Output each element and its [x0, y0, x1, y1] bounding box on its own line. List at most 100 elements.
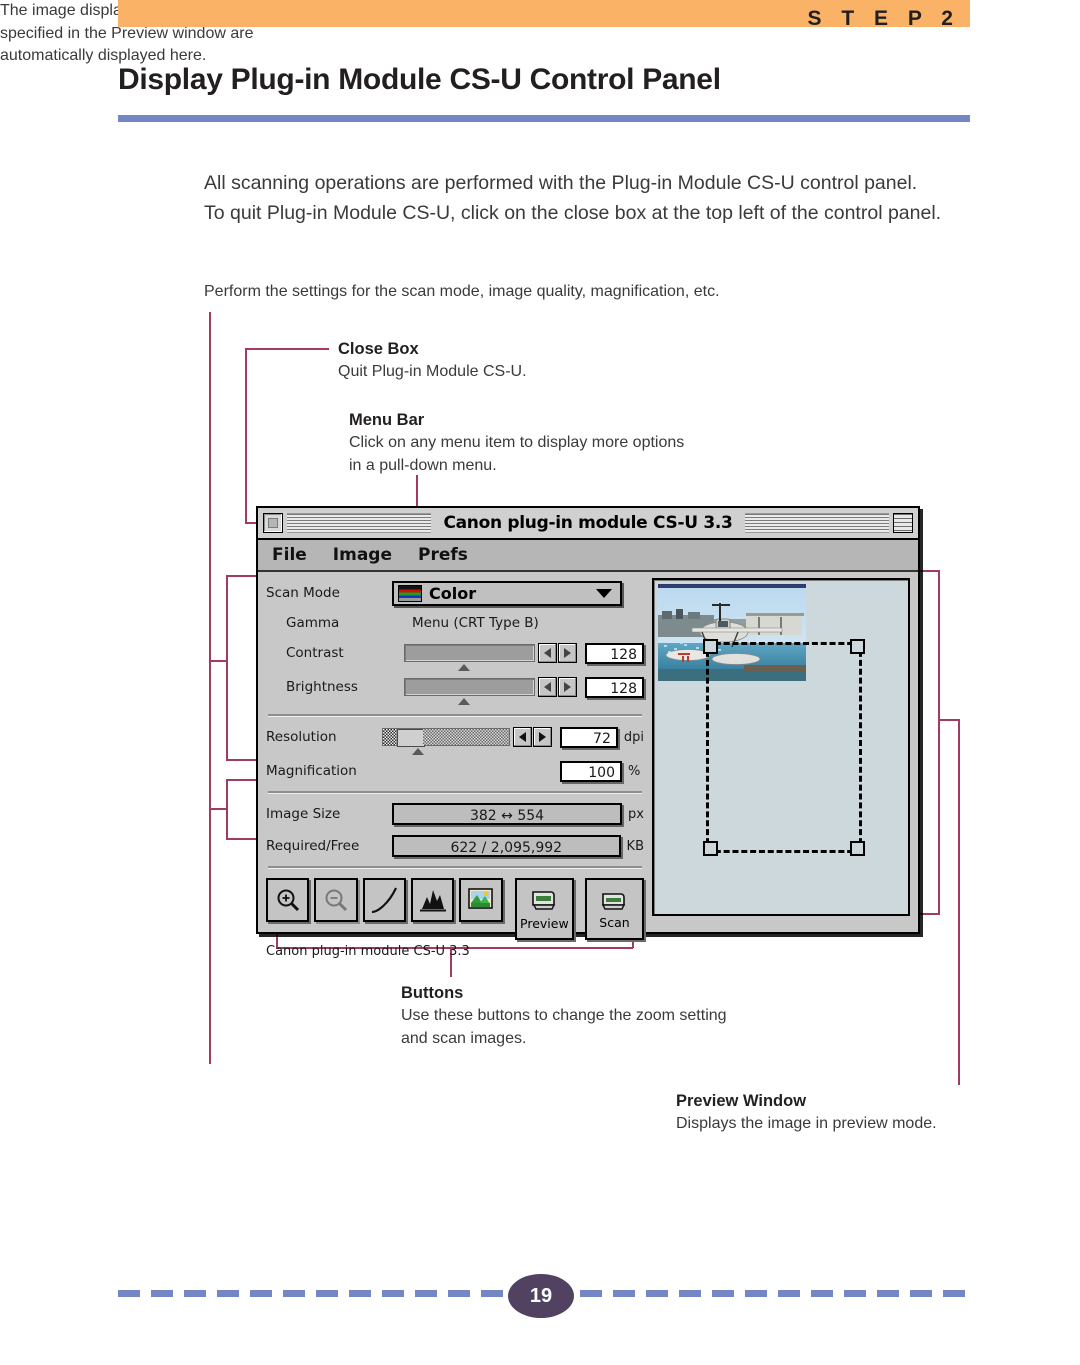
preview-button[interactable]: Preview	[514, 878, 574, 940]
leader-line-closebox-h	[245, 348, 329, 350]
row-contrast: Contrast 128	[266, 638, 644, 671]
row-brightness: Brightness 128	[266, 672, 644, 705]
gamma-value: Menu (CRT Type B)	[412, 615, 539, 631]
resolution-slider-knob[interactable]	[397, 729, 426, 747]
leader-line-imagesize-spine	[209, 312, 211, 1064]
page-number-badge: 19	[508, 1274, 574, 1318]
resolution-value-field[interactable]: 72	[559, 726, 618, 748]
settings-pane: Scan Mode Color Gamma Menu (CRT Type B) …	[266, 578, 645, 959]
required-free-unit: KB	[626, 838, 644, 854]
contrast-increment-button[interactable]	[558, 643, 578, 663]
magnification-value-field[interactable]: 100	[560, 760, 622, 782]
leader-line-preview-stub	[938, 719, 960, 721]
leader-line-preview-v	[938, 570, 940, 915]
selection-marquee[interactable]	[703, 639, 865, 856]
leader-line-group2-top	[226, 779, 260, 781]
cs-u-control-panel-window: Canon plug-in module CS-U 3.3 File Image…	[256, 506, 920, 959]
contrast-slider[interactable]	[404, 644, 536, 662]
marquee-handle-tl[interactable]	[703, 639, 718, 654]
leader-line-group1-v	[226, 575, 228, 760]
brightness-decrement-button[interactable]	[538, 677, 558, 697]
leader-line-group2-bottom	[226, 838, 260, 840]
brightness-stepper[interactable]	[537, 677, 578, 697]
resolution-decrement-button[interactable]	[512, 727, 532, 747]
page-title: Display Plug-in Module CS-U Control Pane…	[118, 63, 721, 96]
contrast-stepper[interactable]	[537, 643, 578, 663]
callout-preview-window: Preview Window Displays the image in pre…	[676, 1090, 1006, 1136]
intro-line-1: All scanning operations are performed wi…	[204, 172, 918, 194]
menu-item-prefs[interactable]: Prefs	[418, 545, 468, 565]
document-page: S T E P 2 Display Plug-in Module CS-U Co…	[0, 0, 1080, 1365]
menu-item-file[interactable]: File	[272, 545, 307, 565]
callout-buttons: Buttons Use these buttons to change the …	[401, 982, 731, 1050]
row-required-free: Required/Free 622 / 2,095,992 KB	[266, 831, 644, 861]
leader-line-preview-drop	[958, 719, 960, 1085]
divider-3	[268, 866, 642, 869]
contrast-label: Contrast	[286, 645, 344, 661]
row-scan-mode: Scan Mode Color	[266, 578, 644, 608]
resolution-increment-button[interactable]	[532, 727, 552, 747]
leader-line-group1-bottom	[226, 759, 260, 761]
window-title-bar[interactable]: Canon plug-in module CS-U 3.3	[258, 508, 918, 540]
resolution-slider-fill	[383, 729, 398, 745]
resolution-slider-track	[423, 729, 509, 745]
callout-close-box: Close Box Quit Plug-in Module CS-U.	[338, 338, 668, 384]
close-box-button[interactable]	[263, 513, 283, 533]
title-bar-stripes-right	[744, 513, 889, 533]
brightness-slider[interactable]	[404, 678, 536, 696]
callout-menu-bar: Menu Bar Click on any menu item to displ…	[349, 409, 689, 477]
step-label: S T E P 2	[807, 7, 960, 30]
leader-line-group1-stub	[209, 660, 227, 662]
preview-window[interactable]	[652, 578, 910, 916]
scan-button[interactable]: Scan	[584, 878, 645, 940]
brightness-slider-tick	[458, 698, 470, 705]
callout-menu-bar-heading: Menu Bar	[349, 411, 425, 429]
callout-preview-window-heading: Preview Window	[676, 1092, 807, 1110]
row-gamma: Gamma Menu (CRT Type B)	[266, 608, 644, 638]
callout-close-box-heading: Close Box	[338, 340, 419, 358]
color-mode-icon	[398, 584, 422, 602]
preview-button-label: Preview	[520, 915, 569, 931]
image-size-unit: px	[628, 806, 644, 822]
intro-line-2: To quit Plug-in Module CS-U, click on th…	[204, 202, 942, 224]
zoom-in-icon[interactable]	[266, 878, 310, 922]
brightness-value-field[interactable]: 128	[585, 676, 644, 698]
window-content: Scan Mode Color Gamma Menu (CRT Type B) …	[258, 572, 918, 959]
marquee-handle-br[interactable]	[850, 841, 865, 856]
row-resolution: Resolution 72 dpi	[266, 722, 644, 755]
callout-buttons-body: Use these buttons to change the zoom set…	[401, 1007, 727, 1047]
magnification-label: Magnification	[266, 763, 357, 779]
brightness-increment-button[interactable]	[558, 677, 578, 697]
resolution-unit: dpi	[623, 729, 644, 745]
leader-line-group2-stub	[209, 808, 227, 810]
contrast-decrement-button[interactable]	[538, 643, 558, 663]
intro-paragraph: All scanning operations are performed wi…	[204, 168, 984, 228]
marquee-handle-tr[interactable]	[850, 639, 865, 654]
scan-mode-label: Scan Mode	[266, 585, 340, 601]
status-bar-text: Canon plug-in module CS-U 3.3	[266, 944, 470, 959]
image-adjust-icon[interactable]	[459, 878, 503, 922]
resolution-slider-tick	[412, 748, 424, 755]
image-size-label: Image Size	[266, 806, 341, 822]
resolution-stepper[interactable]	[512, 727, 552, 747]
menu-item-image[interactable]: Image	[333, 545, 392, 565]
image-size-value-field: 382 ↔ 554	[392, 803, 623, 825]
marquee-handle-bl[interactable]	[703, 841, 718, 856]
row-magnification: Magnification 100 %	[266, 756, 644, 786]
magnification-unit: %	[628, 763, 641, 779]
tone-curve-icon[interactable]	[362, 878, 407, 922]
toolbar: Preview Scan	[266, 874, 645, 940]
perform-settings-note: Perform the settings for the scan mode, …	[204, 283, 720, 300]
callout-buttons-heading: Buttons	[401, 984, 464, 1002]
resolution-slider[interactable]	[382, 728, 510, 747]
scan-mode-dropdown[interactable]: Color	[392, 580, 622, 606]
histogram-icon[interactable]	[411, 878, 455, 922]
title-underline-rule	[118, 115, 970, 122]
scan-button-label: Scan	[599, 914, 630, 930]
contrast-value-field[interactable]: 128	[585, 642, 644, 664]
zoom-box-button[interactable]	[893, 513, 913, 533]
window-menu-bar: File Image Prefs	[258, 540, 918, 572]
leader-line-group1-top	[226, 575, 260, 577]
zoom-out-icon[interactable]	[314, 878, 358, 922]
required-free-value-field: 622 / 2,095,992	[392, 835, 621, 857]
